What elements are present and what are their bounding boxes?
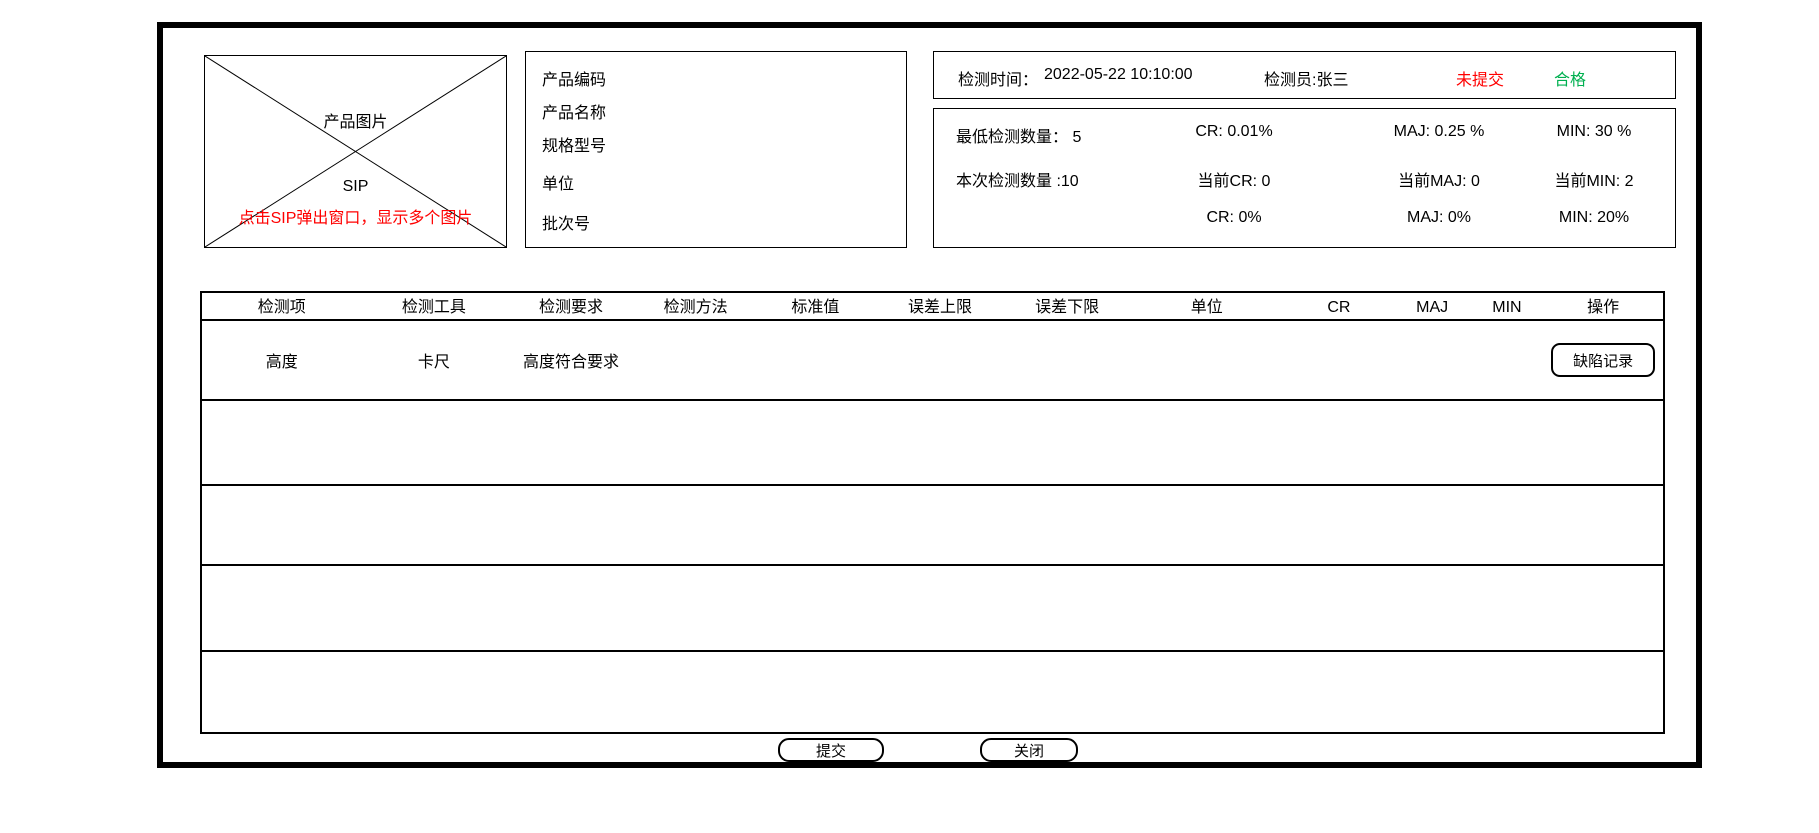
inspection-time-label: 检测时间：: [958, 66, 1038, 90]
col-header-action: 操作: [1543, 293, 1663, 319]
product-name-label: 产品名称: [542, 99, 606, 123]
col-header-upper-limit: 误差上限: [875, 293, 1005, 319]
cell-item: 高度: [202, 348, 362, 372]
product-image-label: 产品图片: [205, 108, 506, 132]
product-image-placeholder[interactable]: 产品图片 SIP 点击SIP弹出窗口，显示多个图片: [204, 55, 507, 248]
result-status-badge: 合格: [1554, 66, 1586, 90]
col-header-method: 检测方法: [636, 293, 756, 319]
col-header-tool: 检测工具: [362, 293, 507, 319]
col-header-min: MIN: [1471, 299, 1544, 319]
min-rate: MIN: 20%: [1514, 209, 1674, 227]
inspection-header-panel: 检测时间： 2022-05-22 10:10:00 检测员:张三 未提交 合格: [933, 51, 1676, 99]
current-cr: 当前CR: 0: [1144, 167, 1324, 191]
cell-tool: 卡尺: [362, 348, 507, 372]
table-row-empty: [202, 399, 1663, 484]
product-info-panel: 产品编码 产品名称 规格型号 单位 批次号: [525, 51, 907, 248]
cell-requirement: 高度符合要求: [506, 348, 636, 372]
current-inspect-qty: 本次检测数量 :10: [956, 167, 1079, 191]
cr-limit: CR: 0.01%: [1144, 123, 1324, 141]
col-header-maj: MAJ: [1394, 299, 1471, 319]
table-row-empty: [202, 564, 1663, 650]
submit-status-badge: 未提交: [1456, 66, 1504, 90]
maj-rate: MAJ: 0%: [1349, 209, 1529, 227]
close-button[interactable]: 关闭: [980, 738, 1078, 762]
col-header-lower-limit: 误差下限: [1005, 293, 1130, 319]
main-window: 产品图片 SIP 点击SIP弹出窗口，显示多个图片 产品编码 产品名称 规格型号…: [157, 22, 1702, 768]
current-min: 当前MIN: 2: [1514, 167, 1674, 191]
inspector-label: 检测员:张三: [1264, 66, 1348, 90]
metrics-panel: 最低检测数量： 5 CR: 0.01% MAJ: 0.25 % MIN: 30 …: [933, 108, 1676, 248]
table-row-empty: [202, 650, 1663, 732]
col-header-unit: 单位: [1129, 293, 1284, 319]
maj-limit: MAJ: 0.25 %: [1349, 123, 1529, 141]
product-batch-label: 批次号: [542, 210, 590, 234]
product-spec-label: 规格型号: [542, 132, 606, 156]
col-header-standard: 标准值: [755, 293, 875, 319]
inspection-table: 检测项 检测工具 检测要求 检测方法 标准值 误差上限 误差下限 单位 CR M…: [200, 291, 1665, 734]
table-row-empty: [202, 484, 1663, 564]
min-limit: MIN: 30 %: [1514, 123, 1674, 141]
col-header-requirement: 检测要求: [506, 293, 636, 319]
current-maj: 当前MAJ: 0: [1349, 167, 1529, 191]
sip-note-text: 点击SIP弹出窗口，显示多个图片: [205, 204, 506, 228]
product-unit-label: 单位: [542, 170, 574, 194]
inspection-time-value: 2022-05-22 10:10:00: [1044, 66, 1193, 84]
table-header-row: 检测项 检测工具 检测要求 检测方法 标准值 误差上限 误差下限 单位 CR M…: [202, 293, 1663, 321]
min-inspect-qty: 最低检测数量： 5: [956, 123, 1081, 147]
cell-action: 缺陷记录: [1543, 343, 1663, 377]
col-header-item: 检测项: [202, 293, 362, 319]
cr-rate: CR: 0%: [1144, 209, 1324, 227]
table-row: 高度 卡尺 高度符合要求 缺陷记录: [202, 321, 1663, 399]
submit-button[interactable]: 提交: [778, 738, 884, 762]
product-code-label: 产品编码: [542, 66, 606, 90]
defect-record-button[interactable]: 缺陷记录: [1551, 343, 1655, 377]
col-header-cr: CR: [1284, 299, 1394, 319]
sip-link[interactable]: SIP: [205, 178, 506, 196]
